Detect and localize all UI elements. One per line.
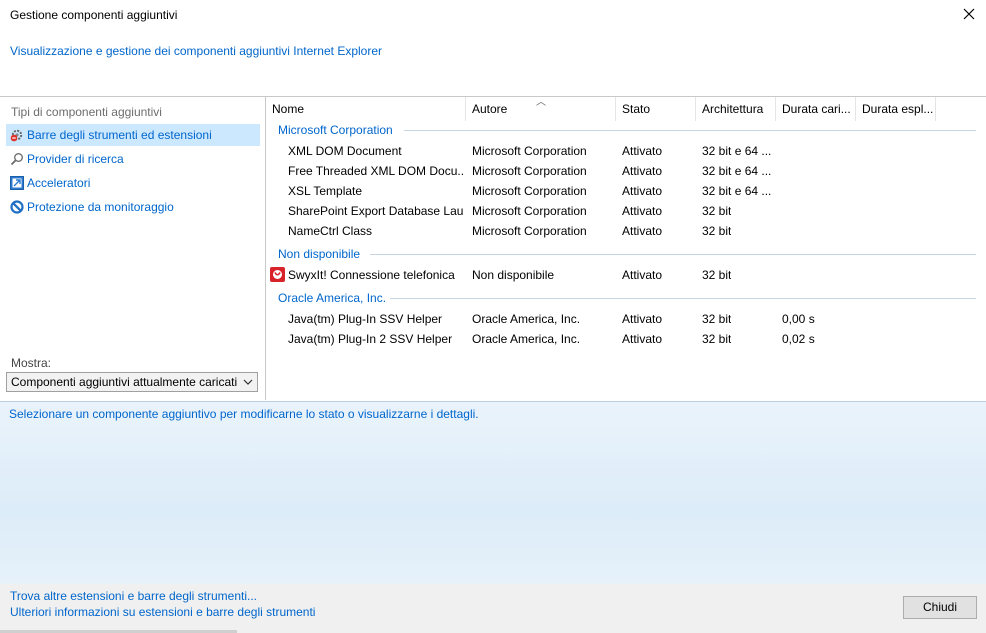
footer: Trova altre estensioni e barre degli str… bbox=[0, 584, 986, 633]
sidebar-item-label: Barre degli strumenti ed estensioni bbox=[27, 128, 212, 142]
table-row[interactable]: XML DOM Document Microsoft Corporation A… bbox=[266, 142, 986, 162]
swyxit-icon bbox=[270, 267, 285, 282]
cell-architecture: 32 bit bbox=[702, 204, 732, 218]
cell-author: Microsoft Corporation bbox=[472, 144, 587, 158]
cell-status: Attivato bbox=[622, 332, 663, 346]
cell-author: Microsoft Corporation bbox=[472, 204, 587, 218]
window-title: Gestione componenti aggiuntivi bbox=[10, 8, 178, 22]
sidebar-item-label: Protezione da monitoraggio bbox=[27, 200, 174, 214]
sidebar-item-label: Provider di ricerca bbox=[27, 152, 124, 166]
cell-load-time: 0,00 s bbox=[782, 312, 815, 326]
cell-name: SharePoint Export Database Lau... bbox=[288, 204, 464, 218]
cell-architecture: 32 bit e 64 ... bbox=[702, 184, 772, 198]
sidebar-item-label: Acceleratori bbox=[27, 176, 91, 190]
cell-author: Non disponibile bbox=[472, 268, 555, 282]
group-header-unavailable: Non disponibile bbox=[278, 247, 361, 261]
table-row[interactable]: Free Threaded XML DOM Docu... Microsoft … bbox=[266, 162, 986, 182]
addon-list: Nome Autore ︿ Stato Architettura Durata … bbox=[266, 97, 986, 400]
find-more-extensions-link[interactable]: Trova altre estensioni e barre degli str… bbox=[10, 589, 257, 603]
cell-architecture: 32 bit bbox=[702, 268, 732, 282]
cell-author: Microsoft Corporation bbox=[472, 184, 587, 198]
group-header-microsoft: Microsoft Corporation bbox=[278, 123, 393, 137]
table-row[interactable]: XSL Template Microsoft Corporation Attiv… bbox=[266, 182, 986, 202]
group-divider bbox=[390, 298, 976, 299]
cell-author: Oracle America, Inc. bbox=[472, 312, 581, 326]
column-header-status[interactable]: Stato bbox=[616, 97, 696, 121]
cell-load-time: 0,02 s bbox=[782, 332, 815, 346]
cell-name: Java(tm) Plug-In 2 SSV Helper bbox=[288, 332, 453, 346]
cell-name: NameCtrl Class bbox=[288, 224, 373, 238]
cell-status: Attivato bbox=[622, 144, 663, 158]
cell-architecture: 32 bit bbox=[702, 312, 732, 326]
column-header-load-time[interactable]: Durata cari... bbox=[776, 97, 856, 121]
cell-status: Attivato bbox=[622, 268, 663, 282]
group-divider bbox=[370, 254, 976, 255]
column-header-navigation-time[interactable]: Durata espl... bbox=[856, 97, 936, 121]
cell-name: XSL Template bbox=[288, 184, 363, 198]
cell-name: XML DOM Document bbox=[288, 144, 402, 158]
cell-author: Microsoft Corporation bbox=[472, 164, 587, 178]
cell-status: Attivato bbox=[622, 184, 663, 198]
table-row[interactable]: SharePoint Export Database Lau... Micros… bbox=[266, 202, 986, 222]
cell-name: Java(tm) Plug-In SSV Helper bbox=[288, 312, 443, 326]
sidebar-item-search-providers[interactable]: Provider di ricerca bbox=[6, 148, 260, 170]
close-button[interactable]: Chiudi bbox=[903, 596, 977, 619]
tracking-protection-icon bbox=[10, 200, 24, 214]
cell-architecture: 32 bit bbox=[702, 332, 732, 346]
sort-ascending-icon: ︿ bbox=[536, 97, 546, 108]
column-header-name[interactable]: Nome bbox=[266, 97, 466, 121]
accelerator-icon bbox=[10, 176, 24, 190]
gear-block-icon bbox=[10, 128, 24, 142]
table-row[interactable]: Java(tm) Plug-In SSV Helper Oracle Ameri… bbox=[266, 310, 986, 330]
search-icon bbox=[10, 152, 24, 166]
learn-more-extensions-link[interactable]: Ulteriori informazioni su estensioni e b… bbox=[10, 605, 315, 619]
sidebar-item-toolbars-extensions[interactable]: Barre degli strumenti ed estensioni bbox=[6, 124, 260, 146]
group-header-oracle: Oracle America, Inc. bbox=[278, 291, 387, 305]
cell-status: Attivato bbox=[622, 312, 663, 326]
cell-name: SwyxIt! Connessione telefonica bbox=[288, 268, 455, 282]
sidebar-item-accelerators[interactable]: Acceleratori bbox=[6, 172, 260, 194]
column-header-architecture[interactable]: Architettura bbox=[696, 97, 776, 121]
addon-types-pane: Tipi di componenti aggiuntivi Barre degl… bbox=[0, 97, 266, 400]
cell-architecture: 32 bit e 64 ... bbox=[702, 144, 772, 158]
table-row[interactable]: NameCtrl Class Microsoft Corporation Att… bbox=[266, 222, 986, 242]
show-filter-value: Componenti aggiuntivi attualmente carica… bbox=[11, 375, 237, 389]
show-label: Mostra: bbox=[11, 356, 52, 370]
cell-author: Microsoft Corporation bbox=[472, 224, 587, 238]
details-hint: Selezionare un componente aggiuntivo per… bbox=[9, 407, 479, 421]
group-divider bbox=[404, 130, 976, 131]
cell-name: Free Threaded XML DOM Docu... bbox=[288, 164, 464, 178]
sidebar-item-tracking-protection[interactable]: Protezione da monitoraggio bbox=[6, 196, 260, 218]
chevron-down-icon bbox=[243, 379, 253, 385]
close-icon[interactable] bbox=[957, 2, 981, 26]
cell-status: Attivato bbox=[622, 204, 663, 218]
page-subtitle: Visualizzazione e gestione dei component… bbox=[10, 44, 383, 58]
details-pane: Selezionare un componente aggiuntivo per… bbox=[0, 401, 986, 584]
table-row[interactable]: SwyxIt! Connessione telefonica Non dispo… bbox=[266, 266, 986, 286]
cell-author: Oracle America, Inc. bbox=[472, 332, 581, 346]
cell-architecture: 32 bit bbox=[702, 224, 732, 238]
show-filter-select[interactable]: Componenti aggiuntivi attualmente carica… bbox=[6, 372, 258, 392]
cell-architecture: 32 bit e 64 ... bbox=[702, 164, 772, 178]
table-row[interactable]: Java(tm) Plug-In 2 SSV Helper Oracle Ame… bbox=[266, 330, 986, 350]
cell-status: Attivato bbox=[622, 164, 663, 178]
addon-types-header: Tipi di componenti aggiuntivi bbox=[11, 105, 162, 119]
cell-status: Attivato bbox=[622, 224, 663, 238]
